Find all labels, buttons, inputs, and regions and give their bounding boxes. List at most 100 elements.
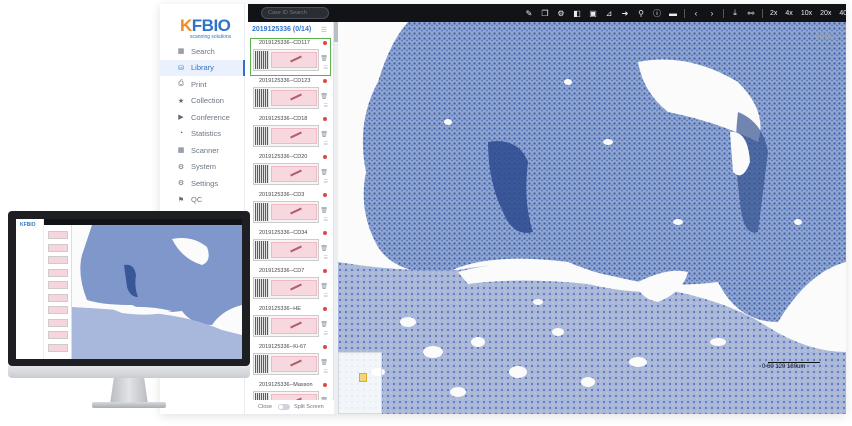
trash-icon[interactable]: 🗑: [320, 283, 328, 290]
gear-icon: ⚙: [177, 163, 185, 171]
slide-list-item[interactable]: 2019125336--CD7 🗑 ☰: [251, 267, 330, 303]
sidebar-item-label: Search: [191, 46, 215, 56]
slide-list-item[interactable]: 2019125336--CD123 🗑 ☰: [251, 77, 330, 113]
trash-icon[interactable]: 🗑: [320, 321, 328, 328]
list-menu-icon[interactable]: ☰: [321, 26, 327, 34]
trash-icon[interactable]: 🗑: [320, 131, 328, 138]
mini-slide-thumbnail: [48, 268, 68, 277]
pen-icon[interactable]: ✎: [521, 4, 537, 22]
share-icon[interactable]: ⚯: [743, 4, 759, 22]
slide-tissue-preview: [271, 128, 317, 144]
copy-icon[interactable]: ❐: [537, 4, 553, 22]
zoom-10x-button[interactable]: 10x: [797, 4, 816, 22]
slide-name: 2019125336--HE: [259, 306, 301, 312]
slide-list-item[interactable]: 2019125336--HE 🗑 ☰: [251, 305, 330, 341]
chevron-right-icon[interactable]: ›: [704, 4, 720, 22]
sidebar-item-scanner[interactable]: ▦ Scanner: [160, 142, 245, 159]
trash-icon[interactable]: 🗑: [320, 93, 328, 100]
arrow-right-icon[interactable]: ➜: [617, 4, 633, 22]
location-pin-icon[interactable]: ⚲: [633, 4, 649, 22]
trash-icon[interactable]: 🗑: [320, 169, 328, 176]
grid-icon: ▦: [177, 48, 185, 56]
layers-icon[interactable]: ◧: [569, 4, 585, 22]
slide-thumbnail[interactable]: [253, 353, 319, 375]
slide-thumbnail[interactable]: [253, 315, 319, 337]
slide-name: 2019125336--Ki-67: [259, 344, 307, 350]
slide-tissue-preview: [271, 166, 317, 182]
drag-handle-icon[interactable]: ☰: [324, 217, 328, 223]
slide-list-item[interactable]: 2019125336--Ki-67 🗑 ☰: [251, 343, 330, 379]
slide-thumbnail[interactable]: [253, 125, 319, 147]
drag-handle-icon[interactable]: ☰: [324, 331, 328, 337]
sidebar-item-qc[interactable]: ⚑ QC: [160, 192, 245, 209]
trash-icon[interactable]: 🗑: [320, 207, 328, 214]
sidebar-item-collection[interactable]: ★ Collection: [160, 93, 245, 110]
case-search-input[interactable]: [261, 7, 329, 19]
status-dot-icon: [323, 383, 327, 387]
scale-bar: 0 60 120 180um: [762, 358, 822, 378]
case-header[interactable]: 2019125336 (0/14) ☰: [248, 22, 333, 37]
gear-icon: ⚙: [177, 180, 185, 188]
drag-handle-icon[interactable]: ☰: [324, 65, 328, 71]
gear-icon[interactable]: ⚙: [553, 4, 569, 22]
slide-name: 2019125336--CD3: [259, 192, 305, 198]
close-button[interactable]: Close: [258, 404, 272, 410]
slide-list-item[interactable]: 2019125336--CD117 🗑 ☰: [250, 38, 331, 76]
sidebar-item-system[interactable]: ⚙ System: [160, 159, 245, 176]
mini-viewer: [72, 225, 242, 359]
slide-thumbnail[interactable]: [253, 163, 319, 185]
sidebar-item-conference[interactable]: ▶ Conference: [160, 109, 245, 126]
slide-barcode-label: [255, 89, 269, 107]
chevron-left-icon[interactable]: ‹: [688, 4, 704, 22]
trash-icon[interactable]: 🗑: [320, 359, 328, 366]
zoom-20x-button[interactable]: 20x: [816, 4, 835, 22]
slide-items: 2019125336--CD117 🗑 ☰ 2019125336--CD123 🗑 ☰ 20…: [248, 38, 333, 414]
info-icon[interactable]: ⓘ: [649, 4, 665, 22]
monitor-chin: [8, 366, 250, 378]
slide-thumbnail[interactable]: [253, 201, 319, 223]
zoom-4x-button[interactable]: 4x: [781, 4, 796, 22]
sidebar-item-settings[interactable]: ⚙ Settings: [160, 175, 245, 192]
trash-icon[interactable]: 🗑: [320, 55, 328, 62]
slide-thumbnail[interactable]: [253, 239, 319, 261]
slide-thumbnail[interactable]: [253, 87, 319, 109]
trash-icon[interactable]: 🗑: [320, 245, 328, 252]
slide-list-item[interactable]: 2019125336--CD18 🗑 ☰: [251, 115, 330, 151]
sidebar-item-label: QC: [191, 195, 203, 205]
sidebar-item-search[interactable]: ▦ Search: [160, 43, 245, 60]
mini-slide-thumbnail: [48, 318, 68, 327]
split-screen-toggle[interactable]: [278, 404, 291, 410]
status-dot-icon: [323, 117, 327, 121]
download-icon[interactable]: ⤓: [727, 4, 743, 22]
drag-handle-icon[interactable]: ☰: [324, 103, 328, 109]
slide-thumbnail[interactable]: [253, 277, 319, 299]
pie-chart-icon: ◔: [178, 130, 184, 138]
measure-icon[interactable]: ⊿: [601, 4, 617, 22]
monitor-stand: [110, 378, 148, 404]
slide-thumbnail[interactable]: [253, 49, 319, 71]
drag-handle-icon[interactable]: ☰: [324, 141, 328, 147]
navigator-minimap[interactable]: [338, 352, 382, 414]
drag-handle-icon[interactable]: ☰: [324, 255, 328, 261]
mini-slide-thumbnail: [48, 243, 68, 252]
screen-icon[interactable]: ▬: [665, 4, 681, 22]
drag-handle-icon[interactable]: ☰: [324, 179, 328, 185]
minimap-viewport[interactable]: [359, 373, 367, 382]
drag-handle-icon[interactable]: ☰: [324, 293, 328, 299]
slide-list-item[interactable]: 2019125336--CD3 🗑 ☰: [251, 191, 330, 227]
slide-list-item[interactable]: 2019125336--CD20 🗑 ☰: [251, 153, 330, 189]
slide-name: 2019125336--CD34: [259, 230, 308, 236]
slide-tissue-preview: [271, 52, 317, 68]
slide-viewer[interactable]: CD117 0 60 120 180um: [338, 22, 846, 414]
zoom-40x-button[interactable]: 40x: [835, 4, 846, 22]
image-icon[interactable]: ▣: [585, 4, 601, 22]
sidebar-item-statistics[interactable]: ◔ Statistics: [160, 126, 245, 143]
zoom-2x-button[interactable]: 2x: [766, 4, 781, 22]
sidebar-item-library[interactable]: ⛁ Library: [160, 59, 245, 76]
slide-list-item[interactable]: 2019125336--CD34 🗑 ☰: [251, 229, 330, 265]
slide-barcode-label: [255, 51, 269, 69]
slide-barcode-label: [255, 127, 269, 145]
sidebar-item-print[interactable]: ⎙ Print: [160, 76, 245, 93]
slide-list-footer: Close Split Screen: [248, 400, 334, 414]
drag-handle-icon[interactable]: ☰: [324, 369, 328, 375]
